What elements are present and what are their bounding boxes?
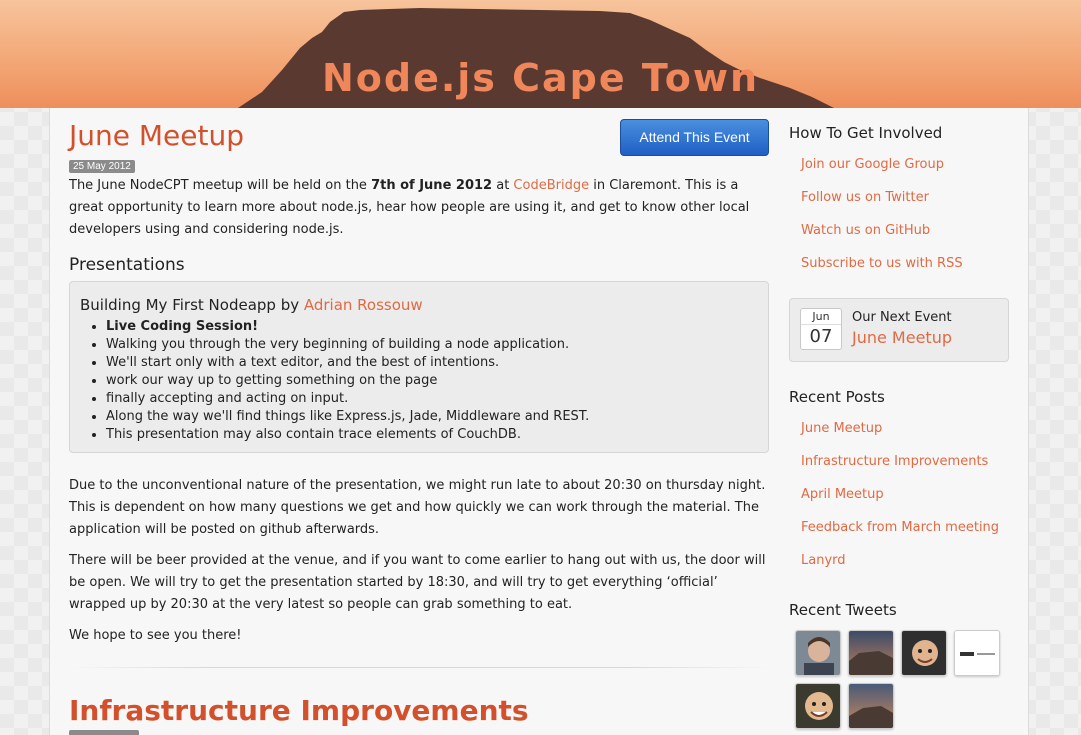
presentation-title-text: Building My First Nodeapp by <box>80 296 304 314</box>
recent-post-link[interactable]: April Meetup <box>801 478 1009 511</box>
recent-post-link[interactable]: Lanyrd <box>801 544 1009 577</box>
post-paragraph-2: There will be beer provided at the venue… <box>69 553 766 612</box>
tweet-avatar[interactable] <box>848 683 894 729</box>
landscape-avatar-icon <box>849 684 893 728</box>
tweet-avatar[interactable] <box>901 630 947 676</box>
main-content: June Meetup 25 May 2012 The June NodeCPT… <box>69 118 769 647</box>
recent-posts-heading: Recent Posts <box>789 388 885 406</box>
next-event-link[interactable]: June Meetup <box>852 328 952 347</box>
presentation-list: Live Coding Session! Walking you through… <box>80 318 758 444</box>
landscape-avatar-icon <box>849 631 893 675</box>
tweet-avatar[interactable] <box>954 630 1000 676</box>
intro-text-2: at <box>492 178 514 193</box>
tweet-avatar[interactable] <box>795 683 841 729</box>
list-item: This presentation may also contain trace… <box>106 426 758 444</box>
speaker-link[interactable]: Adrian Rossouw <box>304 296 423 314</box>
involved-links: Join our Google Group Follow us on Twitt… <box>789 148 1009 280</box>
tweet-avatar[interactable] <box>848 630 894 676</box>
post-paragraph-1: Due to the unconventional nature of the … <box>69 478 766 537</box>
presentations-heading: Presentations <box>69 255 185 275</box>
list-item: Live Coding Session! <box>106 318 758 336</box>
codebridge-link[interactable]: CodeBridge <box>513 178 589 193</box>
recent-tweets-section: Recent Tweets <box>789 601 1009 629</box>
involved-heading: How To Get Involved <box>789 124 943 142</box>
recent-post-link[interactable]: Infrastructure Improvements <box>801 445 1009 478</box>
rss-link[interactable]: Subscribe to us with RSS <box>801 247 1009 280</box>
list-item: We'll start only with a text editor, and… <box>106 354 758 372</box>
person-avatar-icon <box>796 631 840 675</box>
calendar-month: Jun <box>801 309 841 325</box>
recent-tweets-heading: Recent Tweets <box>789 601 897 619</box>
google-group-link[interactable]: Join our Google Group <box>801 148 1009 181</box>
attend-event-button[interactable]: Attend This Event <box>620 119 769 156</box>
codebridge-logo-icon <box>955 631 999 675</box>
list-item: Along the way we'll find things like Exp… <box>106 408 758 426</box>
list-item: work our way up to getting something on … <box>106 372 758 390</box>
presentation-box: Building My First Nodeapp by Adrian Ross… <box>69 281 769 453</box>
recent-posts-section: Recent Posts June Meetup Infrastructure … <box>789 388 1009 577</box>
tweet-avatars <box>795 630 1010 735</box>
tweet-avatar[interactable] <box>795 630 841 676</box>
next-event-label: Our Next Event <box>852 310 952 325</box>
calendar-day: 07 <box>809 326 833 347</box>
person-avatar-icon <box>796 684 840 728</box>
intro-text-1: The June NodeCPT meetup will be held on … <box>69 178 372 193</box>
site-header: Node.js Cape Town <box>0 0 1081 108</box>
recent-posts-list: June Meetup Infrastructure Improvements … <box>789 412 1009 577</box>
recent-post-link[interactable]: June Meetup <box>801 412 1009 445</box>
presentation-title: Building My First Nodeapp by Adrian Ross… <box>80 296 758 314</box>
list-item: Walking you through the very beginning o… <box>106 336 758 354</box>
list-item: finally accepting and acting on input. <box>106 390 758 408</box>
post-date-badge: 25 May 2012 <box>69 160 135 173</box>
next-post-date-badge <box>69 730 139 735</box>
next-post-title[interactable]: Infrastructure Improvements <box>69 693 529 729</box>
twitter-link[interactable]: Follow us on Twitter <box>801 181 1009 214</box>
site-title[interactable]: Node.js Cape Town <box>0 56 1081 100</box>
calendar-icon: Jun 07 <box>800 308 842 350</box>
intro-date-bold: 7th of June 2012 <box>371 178 493 193</box>
recent-post-link[interactable]: Feedback from March meeting <box>801 511 1009 544</box>
post-paragraph-3: We hope to see you there! <box>69 628 242 643</box>
person-avatar-icon <box>902 631 946 675</box>
sidebar: How To Get Involved Join our Google Grou… <box>789 124 1009 280</box>
next-event-box[interactable]: Jun 07 Our Next Event June Meetup <box>789 298 1009 362</box>
post-intro: The June NodeCPT meetup will be held on … <box>69 175 769 241</box>
github-link[interactable]: Watch us on GitHub <box>801 214 1009 247</box>
post-divider <box>69 667 769 668</box>
